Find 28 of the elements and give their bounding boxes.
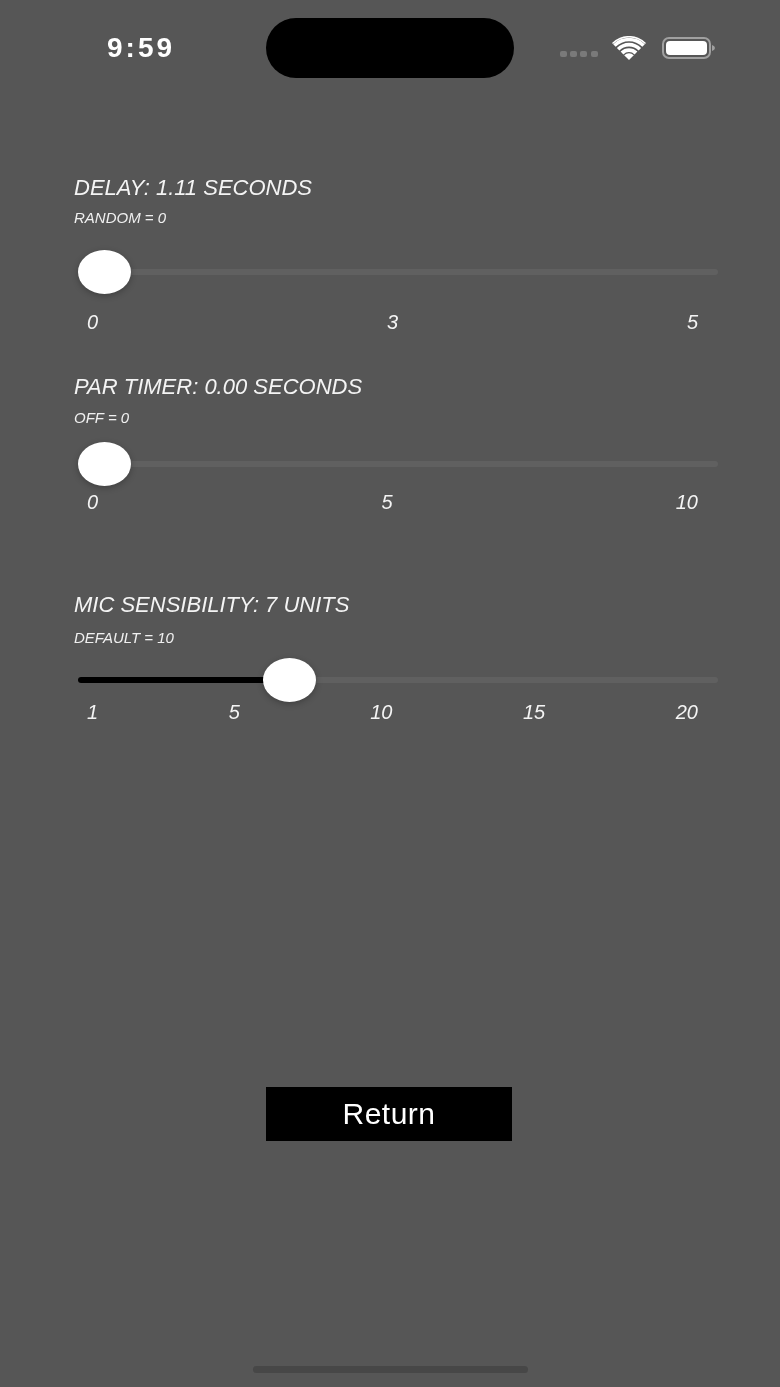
status-time: 9:59 [107, 34, 176, 62]
return-button[interactable]: Return [266, 1087, 512, 1141]
tick-label: 10 [675, 492, 698, 512]
tick-label: 3 [386, 312, 399, 332]
slider-track[interactable] [78, 442, 718, 486]
slider-thumb[interactable] [78, 250, 131, 294]
battery-icon [662, 37, 715, 59]
wifi-icon [612, 36, 646, 60]
slider-track[interactable] [78, 658, 718, 702]
slider-title: DELAY: 1.11 SECONDS [74, 177, 312, 199]
tick-label: 20 [675, 702, 698, 722]
tick-label: 1 [87, 702, 99, 722]
slider-title: PAR TIMER: 0.00 SECONDS [74, 376, 363, 398]
slider-note: OFF = 0 [74, 410, 130, 425]
tick-label: 0 [87, 492, 99, 512]
tick-label: 0 [87, 312, 99, 332]
tick-label: 5 [381, 492, 393, 512]
slider-thumb[interactable] [263, 658, 317, 702]
signal-dots-icon [560, 51, 598, 57]
slider-note: RANDOM = 0 [74, 210, 167, 225]
slider-title: MIC SENSIBILITY: 7 UNITS [74, 594, 350, 616]
slider-note: DEFAULT = 10 [74, 630, 174, 645]
tick-label: 5 [686, 312, 698, 332]
slider-track[interactable] [78, 250, 718, 294]
slider-thumb[interactable] [78, 442, 131, 486]
tick-label: 15 [523, 702, 546, 722]
tick-label: 10 [370, 702, 393, 722]
tick-label: 5 [228, 702, 240, 722]
